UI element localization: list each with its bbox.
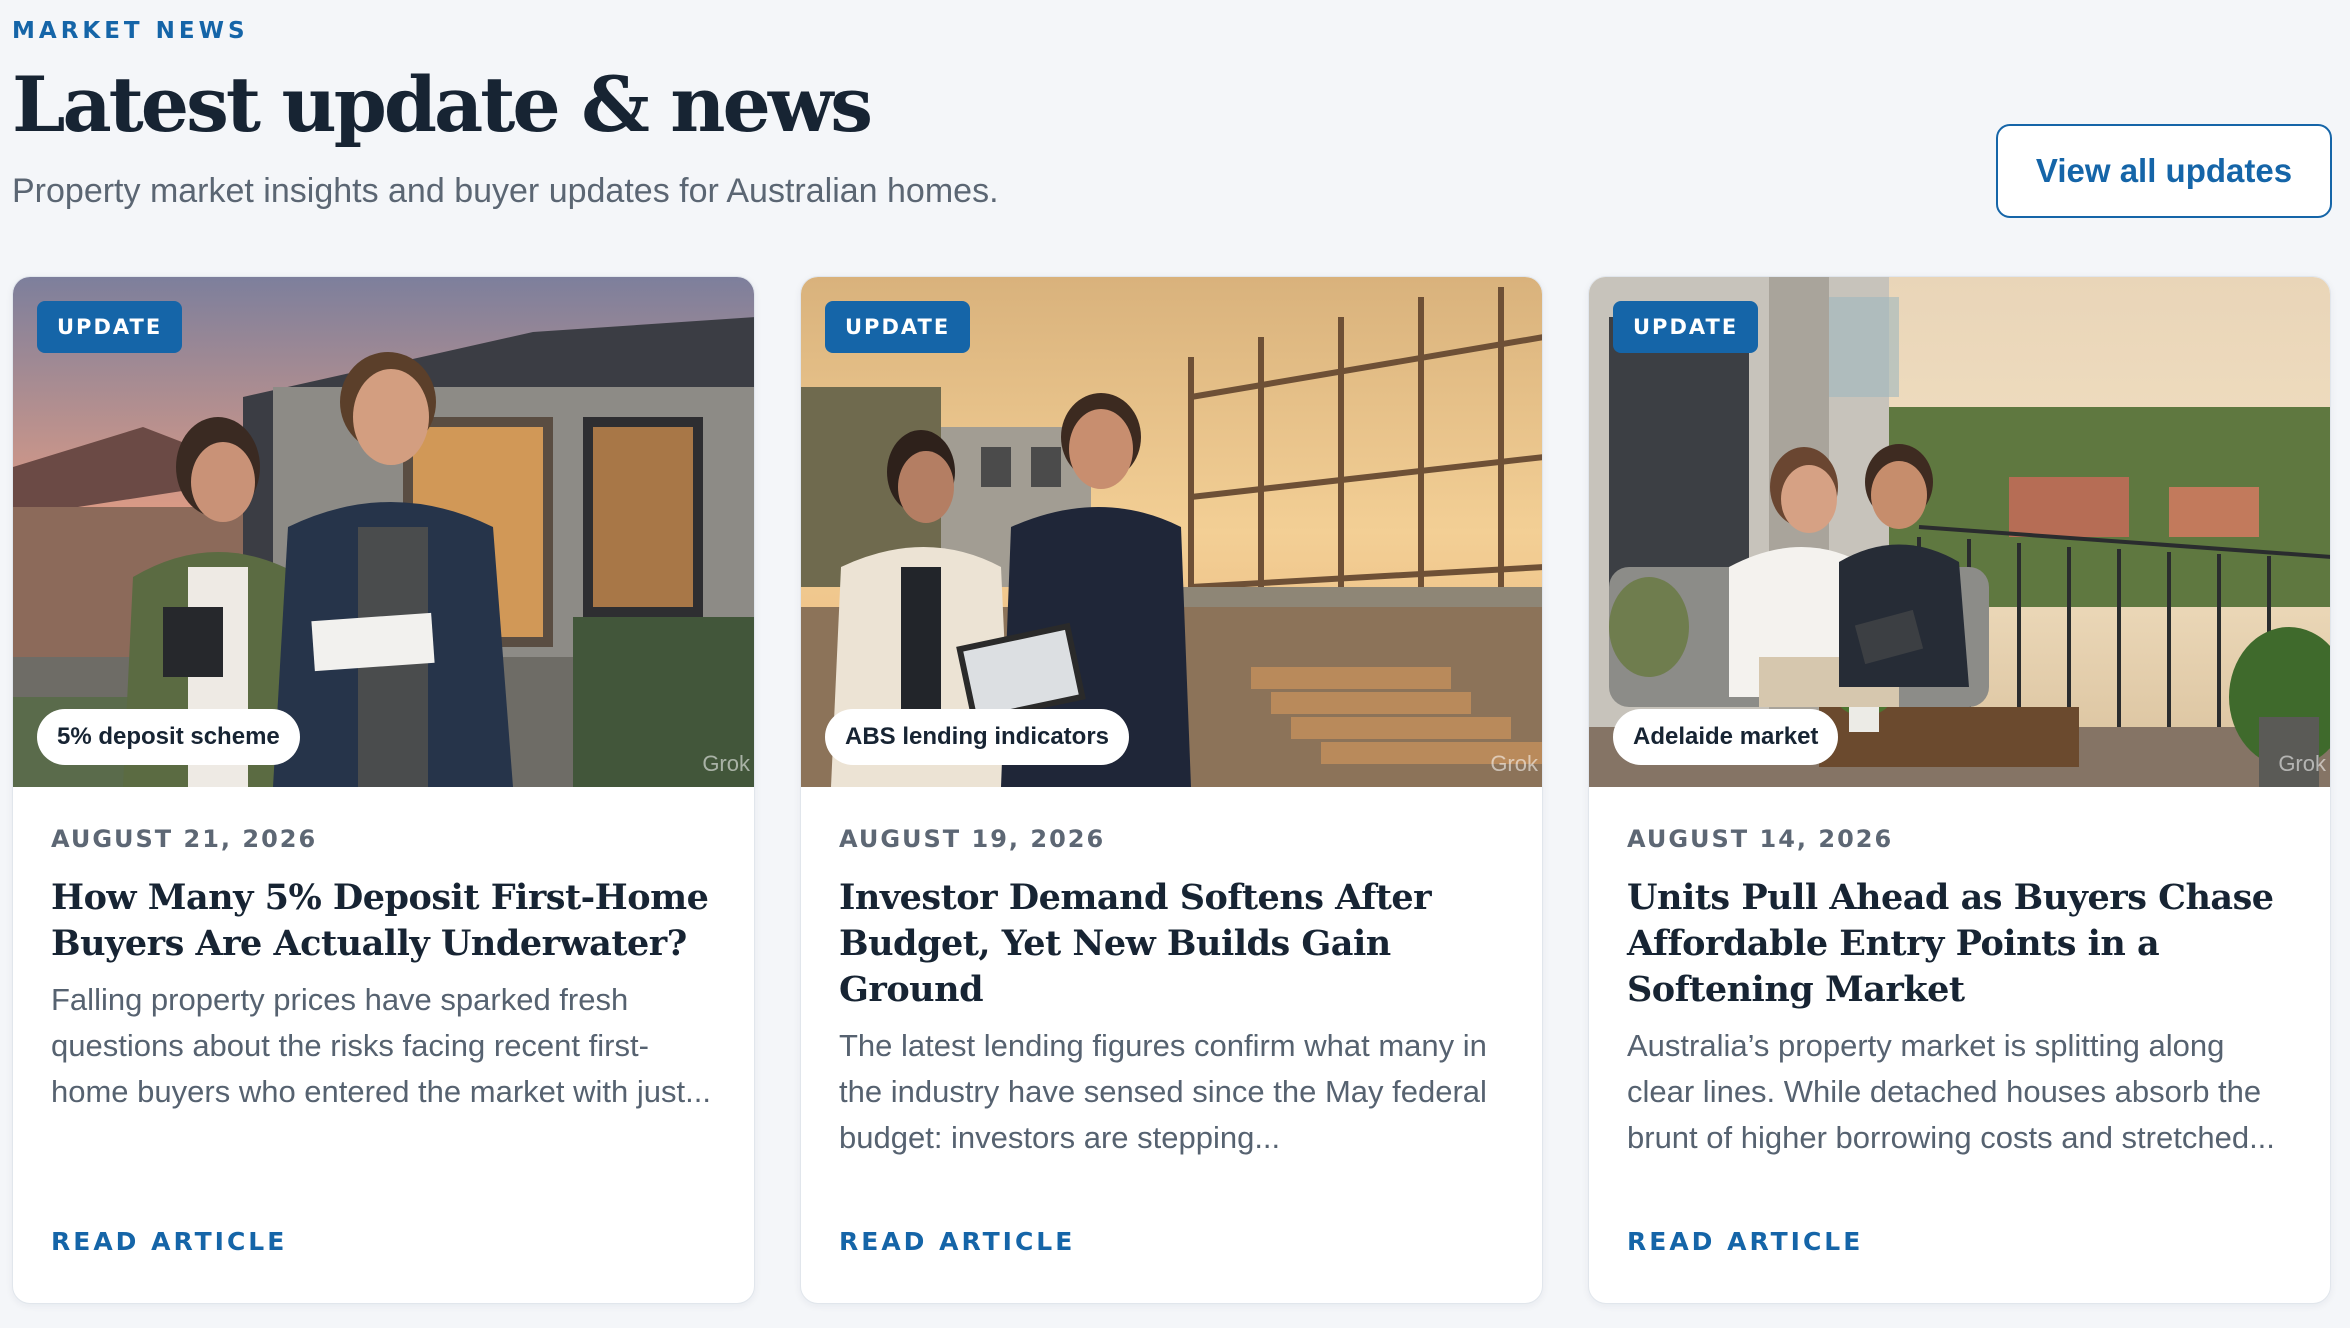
news-card-body: AUGUST 19, 2026 Investor Demand Softens … [839,825,1509,1161]
read-article-link[interactable]: READ ARTICLE [1627,1227,1863,1256]
section-eyebrow: MARKET NEWS [12,18,249,44]
news-card-image[interactable]: UPDATE ABS lending indicators Grok [801,277,1542,787]
update-badge: UPDATE [825,301,971,353]
news-card-image[interactable]: UPDATE 5% deposit scheme Grok [13,277,754,787]
news-card-body: AUGUST 21, 2026 How Many 5% Deposit Firs… [51,825,721,1115]
article-headline[interactable]: Units Pull Ahead as Buyers Chase Afforda… [1627,875,2297,1013]
article-date: AUGUST 21, 2026 [51,825,318,853]
topic-tag[interactable]: Adelaide market [1613,709,1839,765]
news-card[interactable]: UPDATE Adelaide market Grok AUGUST 14, 2… [1588,276,2331,1304]
topic-tag[interactable]: 5% deposit scheme [37,709,300,765]
section-subtitle: Property market insights and buyer updat… [12,172,999,210]
read-article-link[interactable]: READ ARTICLE [839,1227,1075,1256]
article-date: AUGUST 19, 2026 [839,825,1106,853]
news-card[interactable]: UPDATE ABS lending indicators Grok AUGUS… [800,276,1543,1304]
topic-tag[interactable]: ABS lending indicators [825,709,1130,765]
update-badge: UPDATE [37,301,183,353]
article-excerpt: Australia’s property market is splitting… [1627,1028,2275,1155]
image-watermark: Grok [1490,751,1538,776]
section-title: Latest update & news [12,60,873,149]
article-date: AUGUST 14, 2026 [1627,825,1894,853]
image-watermark: Grok [2278,751,2326,776]
article-excerpt: Falling property prices have sparked fre… [51,982,711,1109]
news-card-grid: UPDATE 5% deposit scheme Grok AUGUST 21,… [12,276,2332,1304]
article-excerpt: The latest lending figures confirm what … [839,1028,1487,1155]
image-watermark: Grok [702,751,750,776]
update-badge: UPDATE [1613,301,1759,353]
news-card[interactable]: UPDATE 5% deposit scheme Grok AUGUST 21,… [12,276,755,1304]
read-article-link[interactable]: READ ARTICLE [51,1227,287,1256]
news-card-body: AUGUST 14, 2026 Units Pull Ahead as Buye… [1627,825,2297,1161]
view-all-updates-button[interactable]: View all updates [1996,124,2332,218]
market-news-section: MARKET NEWS Latest update & news Propert… [0,0,2350,1328]
news-card-image[interactable]: UPDATE Adelaide market Grok [1589,277,2330,787]
article-headline[interactable]: How Many 5% Deposit First-Home Buyers Ar… [51,875,721,967]
article-headline[interactable]: Investor Demand Softens After Budget, Ye… [839,875,1509,1013]
